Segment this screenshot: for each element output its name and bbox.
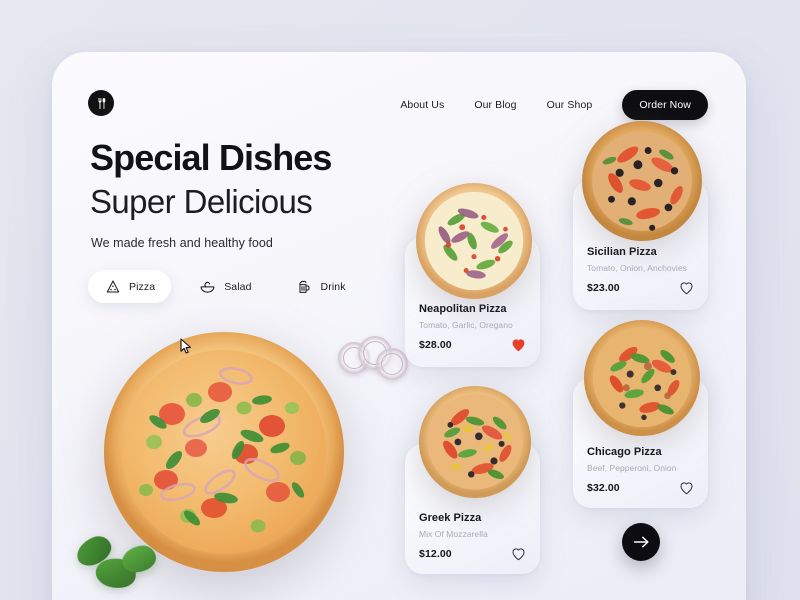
product-description: Tomato, Garlic, Oregano (419, 320, 513, 330)
product-description: Beef, Pepperoni, Onion (587, 463, 677, 473)
nav-link-our-blog[interactable]: Our Blog (474, 99, 516, 111)
category-pill-drink[interactable]: Drink (280, 270, 362, 303)
category-label-salad: Salad (224, 280, 252, 293)
hero-pizza-figure (72, 324, 408, 593)
category-label-drink: Drink (320, 280, 346, 293)
product-name: Greek Pizza (419, 512, 482, 524)
product-description: Tomato, Onion, Anchovies (587, 263, 687, 273)
product-image-neapolitan (415, 182, 533, 300)
heart-outline-icon[interactable] (677, 479, 695, 497)
order-now-button[interactable]: Order Now (622, 90, 708, 120)
product-price: $28.00 (419, 339, 452, 351)
page-subtitle-large: Super Delicious (90, 183, 313, 220)
category-filter-group: Pizza Salad Drink (88, 270, 362, 303)
page-title: Special Dishes (90, 137, 332, 178)
basil-leaves-garnish (72, 532, 164, 600)
main-navigation: About Us Our Blog Our Shop Order Now (400, 90, 708, 120)
nav-link-about-us[interactable]: About Us (400, 99, 444, 111)
product-name: Chicago Pizza (587, 446, 662, 458)
app-panel: About Us Our Blog Our Shop Order Now Spe… (52, 52, 746, 600)
product-image-greek (418, 385, 532, 499)
heart-outline-icon[interactable] (677, 279, 695, 297)
salad-bowl-icon (199, 278, 216, 295)
beer-mug-icon (296, 278, 313, 295)
arrow-right-icon (633, 535, 650, 549)
product-name: Neapolitan Pizza (419, 303, 507, 315)
product-price: $23.00 (587, 282, 620, 294)
nav-link-our-shop[interactable]: Our Shop (547, 99, 593, 111)
product-price: $32.00 (587, 482, 620, 494)
product-description: Mix Of Mozzarella (419, 529, 488, 539)
category-pill-salad[interactable]: Salad (183, 270, 267, 303)
product-name: Sicilian Pizza (587, 246, 657, 258)
hero-tagline: We made fresh and healthy food (91, 236, 273, 250)
heart-filled-icon[interactable] (509, 336, 527, 354)
next-arrow-button[interactable] (622, 523, 660, 561)
onion-rings-garnish (338, 336, 408, 392)
category-label-pizza: Pizza (129, 280, 156, 293)
heart-outline-icon[interactable] (509, 545, 527, 563)
product-price: $12.00 (419, 548, 452, 560)
product-image-sicilian (581, 120, 703, 242)
category-pill-pizza[interactable]: Pizza (88, 270, 172, 303)
product-image-chicago (583, 319, 701, 437)
pizza-slice-icon (104, 278, 121, 295)
fork-spoon-logo-icon[interactable] (88, 90, 114, 116)
